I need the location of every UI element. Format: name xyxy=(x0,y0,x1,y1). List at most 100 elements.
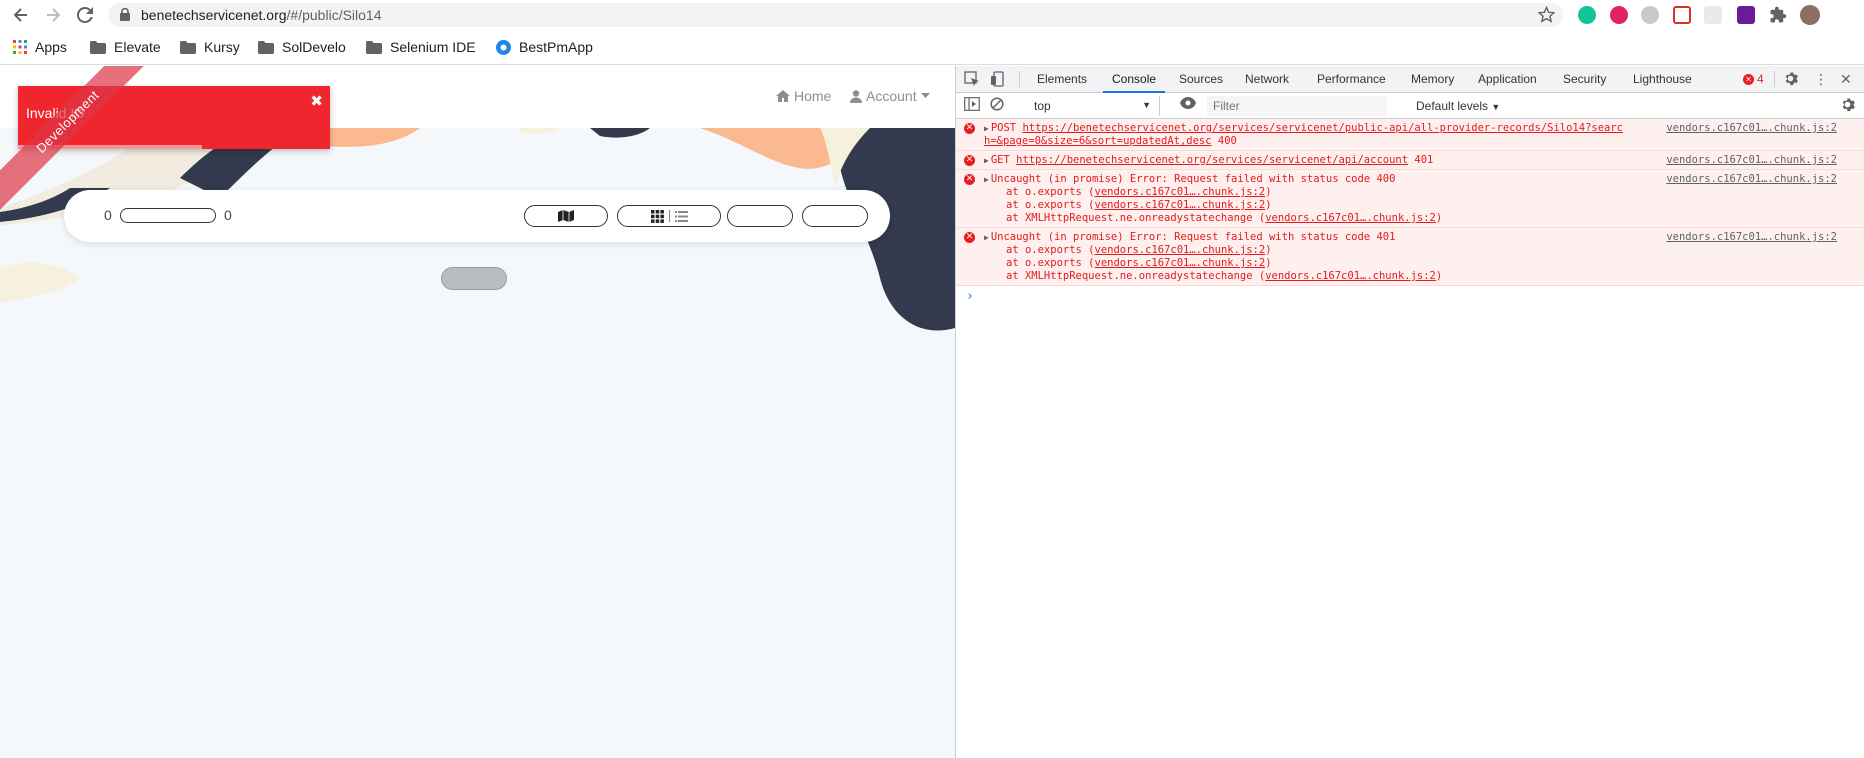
bookmark-selenium-ide[interactable]: Selenium IDE xyxy=(366,39,476,55)
avatar[interactable] xyxy=(1800,5,1820,25)
screen-extension-icon[interactable] xyxy=(1737,6,1755,24)
stack-line: at o.exports (vendors.c167c01….chunk.js:… xyxy=(1006,186,1272,198)
source-link[interactable]: vendors.c167c01….chunk.js:2 xyxy=(1666,173,1837,186)
request-url-link[interactable]: https://benetechservicenet.org/services/… xyxy=(1016,154,1408,166)
folder-icon xyxy=(366,40,382,54)
more-options-icon[interactable]: ⋮ xyxy=(1814,71,1828,88)
device-toolbar-icon[interactable] xyxy=(990,71,1006,87)
web-page: Home Account 0 0 Invalid ID ✖ Developmen… xyxy=(0,66,955,758)
feather-extension-icon[interactable] xyxy=(1641,6,1659,24)
filter-button[interactable] xyxy=(802,205,868,227)
arrow-left-icon xyxy=(13,8,27,22)
bestpmapp-icon xyxy=(496,39,511,55)
console-error-row[interactable]: ✕ ▶ Uncaught (in promise) Error: Request … xyxy=(956,170,1864,228)
tab-console[interactable]: Console xyxy=(1112,72,1156,86)
url-text: benetechservicenet.org/#/public/Silo14 xyxy=(141,7,382,23)
bookmark-kursy[interactable]: Kursy xyxy=(180,39,240,55)
stack-source-link[interactable]: vendors.c167c01….chunk.js:2 xyxy=(1095,186,1266,198)
eye-icon[interactable] xyxy=(1180,97,1196,109)
toast-close-icon[interactable]: ✖ xyxy=(310,92,323,110)
bookmark-label: Kursy xyxy=(204,39,240,55)
bookmark-apps[interactable]: Apps xyxy=(13,39,67,55)
console-settings-gear-icon[interactable] xyxy=(1840,97,1855,112)
context-value: top xyxy=(1034,99,1051,113)
expand-triangle-icon[interactable]: ▶ xyxy=(984,233,989,242)
clear-console-icon[interactable] xyxy=(990,97,1004,111)
tab-sources[interactable]: Sources xyxy=(1179,72,1223,86)
devtools-tab-bar: Elements Console Sources Network Perform… xyxy=(956,66,1864,93)
result-count-right: 0 xyxy=(224,207,232,223)
bookmark-soldevelo[interactable]: SolDevelo xyxy=(258,39,346,55)
console-error-row[interactable]: ✕ ▶ GET https://benetechservicenet.org/se… xyxy=(956,151,1864,170)
close-devtools-icon[interactable]: ✕ xyxy=(1840,71,1852,88)
bookmark-elevate[interactable]: Elevate xyxy=(90,39,161,55)
log-levels-dropdown[interactable]: Default levels ▼ xyxy=(1416,99,1500,113)
sidebar-toggle-icon[interactable] xyxy=(964,97,980,111)
http-method: POST xyxy=(990,122,1017,134)
tab-memory[interactable]: Memory xyxy=(1411,72,1454,86)
source-link[interactable]: vendors.c167c01….chunk.js:2 xyxy=(1666,154,1837,167)
expand-triangle-icon[interactable]: ▶ xyxy=(984,124,989,133)
inspect-element-icon[interactable] xyxy=(964,71,980,87)
view-toggle-button[interactable] xyxy=(617,205,721,227)
puzzle-extensions-icon[interactable] xyxy=(1769,6,1787,24)
error-text: Uncaught (in promise) Error: Request fai… xyxy=(990,173,1396,185)
bookmark-star-icon[interactable] xyxy=(1538,6,1555,23)
tab-performance[interactable]: Performance xyxy=(1317,72,1386,86)
stack-source-link[interactable]: vendors.c167c01….chunk.js:2 xyxy=(1265,270,1436,282)
folder-icon xyxy=(180,40,196,54)
reload-icon xyxy=(77,7,93,23)
sort-button[interactable] xyxy=(727,205,793,227)
reload-button[interactable] xyxy=(74,4,96,26)
request-url-link[interactable]: https://benetechservicenet.org/services/… xyxy=(1022,122,1623,134)
nav-home-link[interactable]: Home xyxy=(776,88,831,104)
source-link[interactable]: vendors.c167c01….chunk.js:2 xyxy=(1666,231,1837,244)
dropdown-arrow-icon: ▼ xyxy=(1142,100,1151,110)
lock-icon xyxy=(120,8,130,21)
tab-network[interactable]: Network xyxy=(1245,72,1289,86)
bookmark-bestpmapp[interactable]: BestPmApp xyxy=(496,39,593,55)
map-icon xyxy=(558,210,574,222)
stack-line: at o.exports (vendors.c167c01….chunk.js:… xyxy=(1006,244,1272,256)
grid-view-icon xyxy=(650,209,664,223)
tab-security[interactable]: Security xyxy=(1563,72,1606,86)
divider xyxy=(1019,71,1020,87)
context-select[interactable]: top ▼ xyxy=(1028,96,1160,116)
bookmarks-bar: Apps Elevate Kursy SolDevelo Selenium ID… xyxy=(0,31,1864,65)
stack-source-link[interactable]: vendors.c167c01….chunk.js:2 xyxy=(1265,212,1436,224)
error-count: 4 xyxy=(1757,72,1764,86)
expand-triangle-icon[interactable]: ▶ xyxy=(984,156,989,165)
grammarly-extension-icon[interactable] xyxy=(1578,6,1596,24)
nav-account-label: Account xyxy=(866,88,917,104)
settings-gear-icon[interactable] xyxy=(1783,71,1798,86)
stack-source-link[interactable]: vendors.c167c01….chunk.js:2 xyxy=(1095,257,1266,269)
console-filter-input[interactable] xyxy=(1207,96,1387,116)
cart-extension-icon[interactable] xyxy=(1673,6,1691,24)
ycombinator-extension-icon[interactable] xyxy=(1610,6,1628,24)
console-error-row[interactable]: ✕ ▶ POST https://benetechservicenet.org/s… xyxy=(956,119,1864,151)
error-count-badge[interactable]: ✕ 4 xyxy=(1743,72,1764,86)
tab-lighthouse[interactable]: Lighthouse xyxy=(1633,72,1692,86)
nav-account-dropdown[interactable]: Account xyxy=(850,88,934,104)
error-circle-icon: ✕ xyxy=(1743,73,1754,85)
map-view-button[interactable] xyxy=(524,205,608,227)
home-icon xyxy=(776,90,790,102)
console-prompt[interactable]: › xyxy=(956,286,1864,307)
dropdown-arrow-icon: ▼ xyxy=(1491,102,1501,112)
expand-triangle-icon[interactable]: ▶ xyxy=(984,175,989,184)
source-link[interactable]: vendors.c167c01….chunk.js:2 xyxy=(1666,122,1837,135)
tab-elements[interactable]: Elements xyxy=(1037,72,1087,86)
back-button[interactable] xyxy=(10,4,32,26)
stack-source-link[interactable]: vendors.c167c01….chunk.js:2 xyxy=(1095,199,1266,211)
error-icon: ✕ xyxy=(964,174,975,185)
notes-extension-icon[interactable] xyxy=(1704,6,1722,24)
tab-application[interactable]: Application xyxy=(1478,72,1537,86)
console-toolbar: top ▼ Default levels ▼ xyxy=(956,93,1864,119)
forward-button[interactable] xyxy=(42,4,64,26)
load-more-button[interactable] xyxy=(441,267,507,290)
status-code: 400 xyxy=(1217,135,1237,147)
address-bar[interactable]: benetechservicenet.org/#/public/Silo14 xyxy=(108,3,1563,27)
request-url-link-cont[interactable]: h=&page=0&size=6&sort=updatedAt,desc xyxy=(984,135,1212,147)
stack-source-link[interactable]: vendors.c167c01….chunk.js:2 xyxy=(1095,244,1266,256)
console-error-row[interactable]: ✕ ▶ Uncaught (in promise) Error: Request … xyxy=(956,228,1864,286)
